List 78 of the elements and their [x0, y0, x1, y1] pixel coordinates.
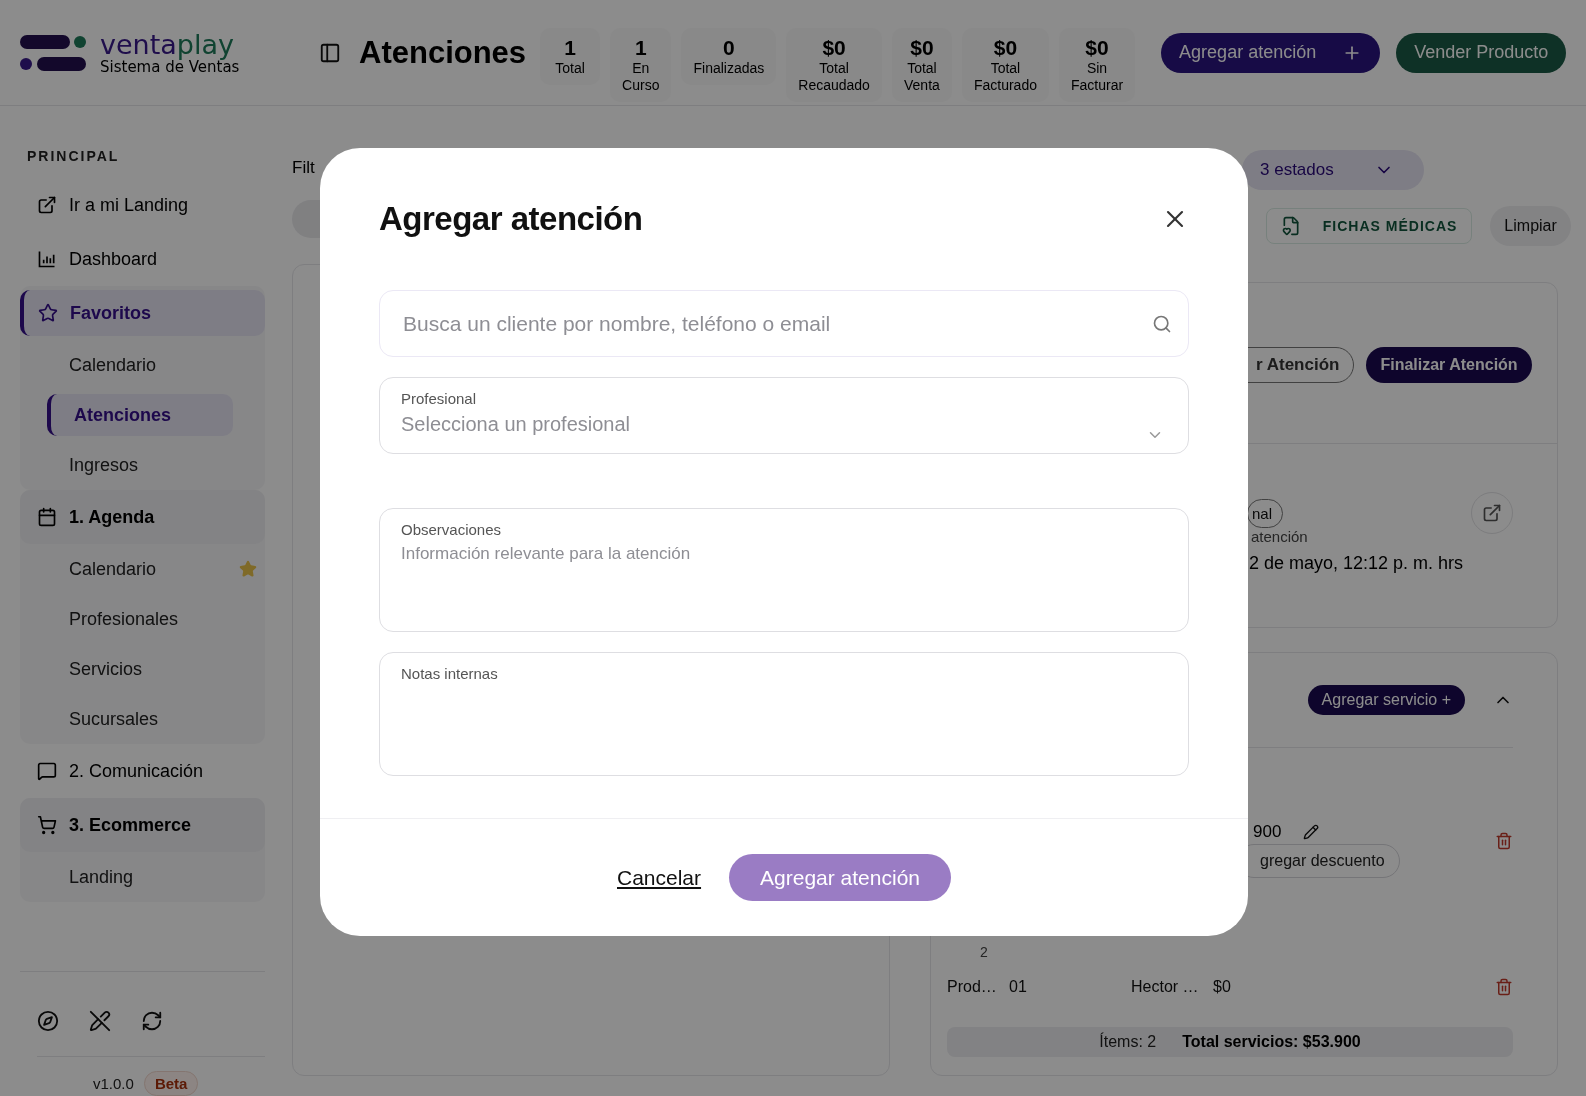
chat-icon [37, 761, 57, 781]
edit-icon[interactable] [1303, 824, 1320, 840]
brand-tagline: Sistema de Ventas [100, 59, 240, 75]
brand-logo-icon [20, 32, 86, 73]
notes-field[interactable]: Notas internas [379, 652, 1189, 776]
sell-button[interactable]: Vender Producto [1396, 32, 1567, 73]
stat-label: Total [555, 60, 585, 77]
sidebar-item[interactable]: 1. Agenda [20, 490, 265, 544]
row-number: 2 [980, 944, 988, 960]
stat-label: Sin Facturar [1070, 60, 1124, 94]
delete-icon[interactable] [1495, 978, 1513, 996]
compass-icon[interactable] [37, 1010, 59, 1032]
sidebar-item[interactable]: Dashboard [20, 232, 265, 286]
stat-value: $0 [993, 36, 1018, 60]
stat-label: Total Recaudado [798, 60, 870, 94]
brand-name: ventaplay [100, 30, 235, 58]
price-text: 900 [1253, 822, 1282, 842]
section-label: PRINCIPAL [27, 148, 121, 164]
star-icon [38, 303, 58, 323]
stat-label: Finalizadas [693, 60, 765, 77]
bar-chart-icon [37, 249, 57, 269]
stat-value: 0 [723, 36, 735, 60]
date-label: atención [1251, 528, 1308, 545]
cancel-link[interactable]: Cancelar [617, 865, 702, 890]
medical-records-button[interactable]: FICHAS MÉDICAS [1266, 208, 1473, 244]
date-text: 2 de mayo, 12:12 p. m. hrs [1249, 553, 1464, 574]
sidebar-item[interactable]: Ir a mi Landing [20, 178, 265, 232]
table-cell-text: Prod… [947, 978, 998, 996]
star-icon [239, 560, 257, 578]
stat-value: $0 [822, 36, 846, 60]
beta-badge: Beta [143, 1071, 199, 1096]
professional-select[interactable]: Profesional Selecciona un profesional [379, 377, 1189, 454]
add-service-button[interactable]: Agregar servicio + [1307, 685, 1465, 715]
add-button[interactable]: Agregar atención [1161, 32, 1381, 73]
sidebar-subitem[interactable]: Landing [69, 852, 257, 902]
observations-box[interactable]: Observaciones Información relevante para la atención [379, 508, 1189, 632]
page-title: Atenciones [359, 34, 527, 71]
file-heart-icon [1281, 216, 1301, 236]
pen-off-icon[interactable] [89, 1010, 111, 1032]
client-search-box[interactable]: Busca un cliente por nombre, teléfono o email [379, 290, 1189, 357]
table-cell-text: Hector … [1131, 978, 1200, 996]
sidebar-subitem[interactable]: Atenciones [47, 394, 233, 436]
sidebar-item[interactable]: Favoritos [20, 290, 265, 336]
sidebar-subitem[interactable]: Calendario [69, 340, 257, 390]
stat-value: 1 [564, 36, 576, 60]
field-label: Notas internas [401, 665, 499, 682]
external-link-icon [37, 195, 57, 215]
stat-label: Total Facturado [973, 60, 1037, 94]
dialog-title: Agregar atención [379, 200, 643, 238]
sidebar-subitem[interactable]: Sucursales [69, 694, 257, 744]
items-count: Ítems: 2 [1099, 1033, 1157, 1051]
search-icon [1152, 313, 1172, 334]
sidebar-subitem[interactable]: Servicios [69, 644, 257, 694]
sidebar-item[interactable]: 2. Comunicación [20, 744, 265, 798]
stat-label: En Curso [622, 60, 660, 94]
calendar-icon [37, 507, 57, 527]
external-link-icon [1482, 503, 1502, 523]
delete-icon[interactable] [1495, 832, 1513, 850]
field-label: Observaciones [401, 521, 503, 538]
table-cell-text: 01 [1009, 978, 1028, 996]
stat-value: $0 [910, 36, 934, 60]
services-total: Total servicios: $53.900 [1182, 1033, 1361, 1051]
table-cell-text: $0 [1213, 978, 1232, 996]
finish-button[interactable]: Finalizar Atención [1366, 347, 1532, 383]
refresh-icon[interactable] [141, 1010, 163, 1032]
sidebar-subitem[interactable]: Calendario [69, 544, 257, 594]
filter-label: Filt [292, 158, 316, 178]
clear-button[interactable]: Limpiar [1490, 206, 1571, 246]
status-filter[interactable]: 3 estados [1242, 150, 1424, 190]
sidebar-item[interactable]: 3. Ecommerce [20, 798, 265, 852]
sidebar-subitem[interactable]: Profesionales [69, 594, 257, 644]
version-text: v1.0.0 [93, 1075, 134, 1092]
sidebar-toggle-icon[interactable] [319, 41, 341, 64]
stat-value: $0 [1085, 36, 1109, 60]
stat-value: 1 [634, 36, 647, 60]
stat-label: Total Venta [904, 60, 940, 94]
cart-icon [37, 815, 57, 835]
sidebar-subitem[interactable]: Ingresos [69, 440, 257, 490]
